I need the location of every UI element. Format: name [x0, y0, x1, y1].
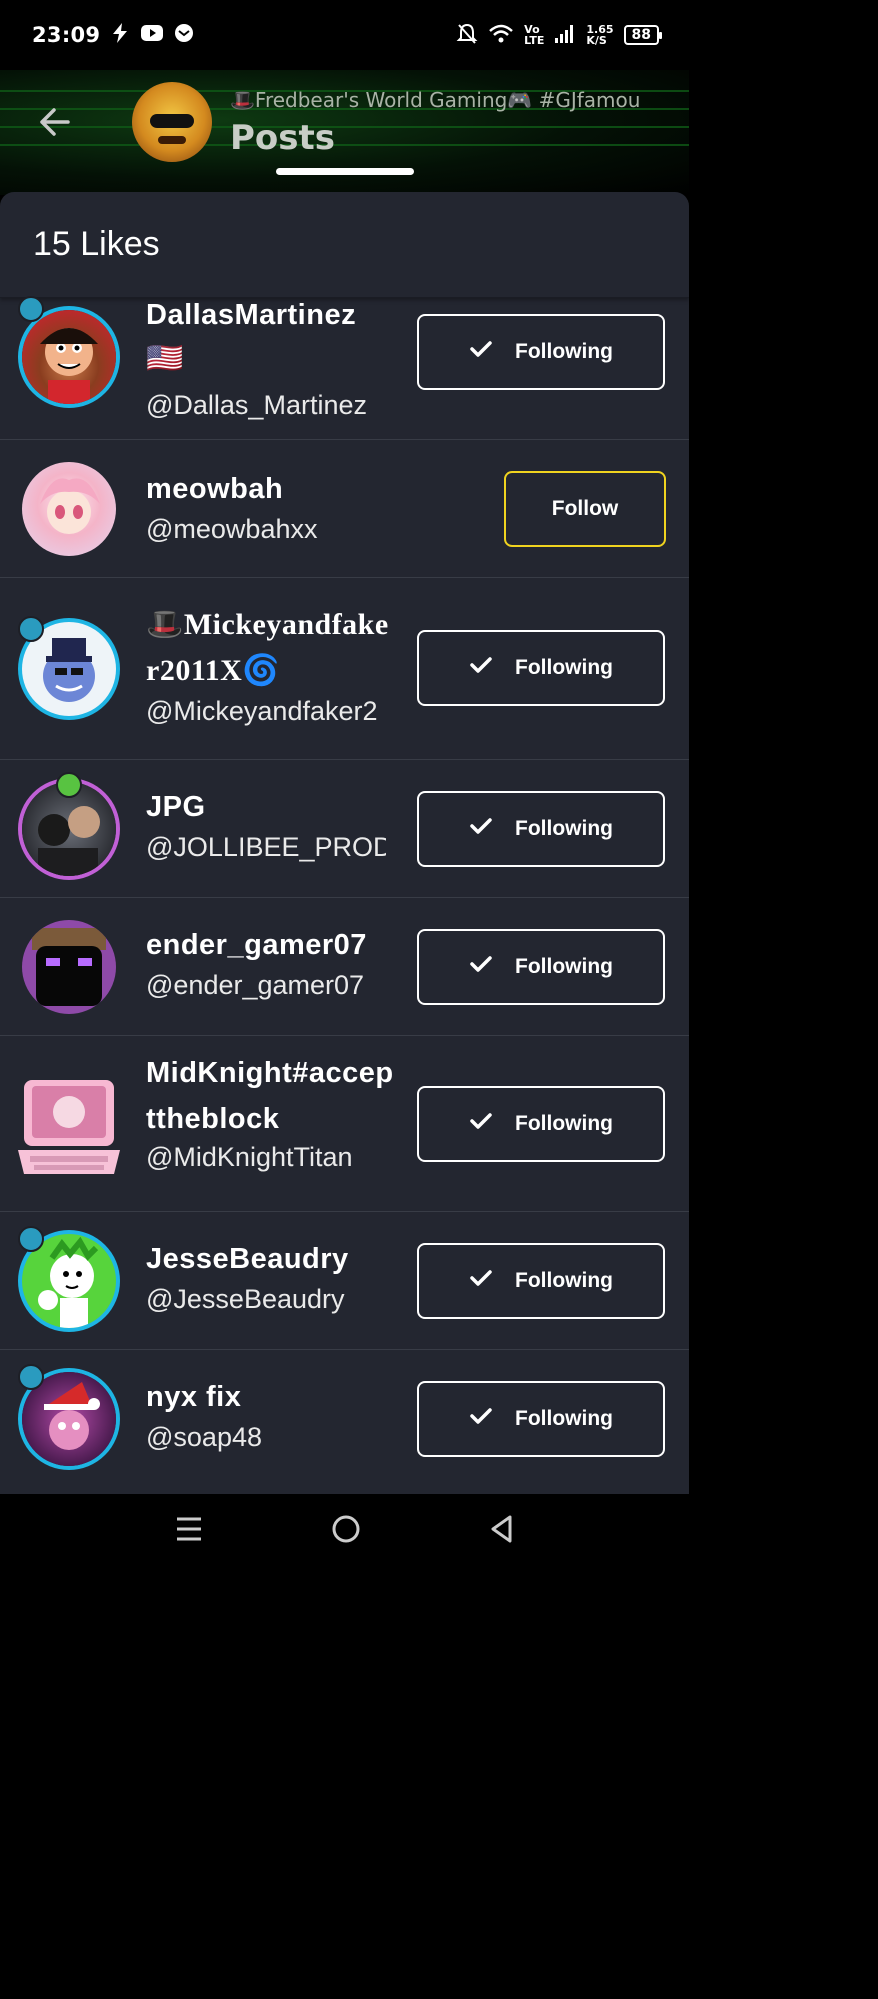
volte-bottom: LTE	[524, 34, 545, 47]
community-avatar[interactable]	[132, 82, 212, 162]
following-label: Following	[515, 1407, 613, 1430]
list-item[interactable]: nyx fix @soap48 Following	[0, 1350, 689, 1488]
list-item[interactable]: MidKnight#accepttheblock @MidKnightTitan…	[0, 1036, 689, 1212]
checkmark-icon	[469, 1406, 493, 1432]
youtube-icon	[140, 23, 164, 47]
avatar[interactable]	[16, 1076, 122, 1180]
avatar[interactable]	[22, 310, 116, 404]
role-badge-icon	[18, 616, 44, 642]
role-badge-icon	[18, 296, 44, 322]
checkmark-icon	[469, 655, 493, 681]
user-name[interactable]: nyx fix	[146, 1374, 386, 1420]
drag-handle[interactable]	[276, 168, 414, 175]
system-nav-bar	[0, 1494, 689, 1568]
likes-count-title: 15 Likes	[33, 225, 160, 263]
status-bar: 23:09 Vo LTE 1.65 K/S 88	[0, 0, 689, 70]
role-badge-icon	[56, 772, 82, 798]
following-label: Following	[515, 817, 613, 840]
music-staff-line	[0, 126, 689, 128]
signal-icon	[554, 24, 576, 47]
user-handle[interactable]: @soap48	[146, 1422, 386, 1453]
checkmark-icon	[469, 1268, 493, 1294]
role-badge-icon	[18, 1226, 44, 1252]
volte-indicator: Vo LTE	[524, 24, 544, 46]
following-label: Following	[515, 1112, 613, 1135]
user-handle[interactable]: @ender_gamer07	[146, 970, 386, 1001]
user-handle[interactable]: @JesseBeaudry	[146, 1284, 386, 1315]
home-icon[interactable]	[331, 1514, 361, 1548]
back-arrow-icon[interactable]	[36, 104, 72, 140]
user-name[interactable]: JesseBeaudry	[146, 1236, 396, 1282]
list-item[interactable]: meowbah @meowbahxx Follow	[0, 440, 689, 578]
likes-list: DallasMartinez 🇺🇸 @Dallas_Martinez Follo…	[0, 296, 689, 1488]
user-name[interactable]: JPG	[146, 784, 386, 830]
checkmark-icon	[469, 816, 493, 842]
list-item[interactable]: JesseBeaudry @JesseBeaudry Following	[0, 1212, 689, 1350]
flash-icon	[110, 22, 130, 49]
user-name[interactable]: ender_gamer07	[146, 922, 396, 968]
likes-sheet: 15 Likes DallasMartinez 🇺🇸 @Dallas_Marti…	[0, 192, 689, 1494]
back-icon[interactable]	[488, 1514, 516, 1548]
user-name[interactable]: DallasMartinez	[146, 292, 386, 338]
following-label: Following	[515, 656, 613, 679]
net-speed-unit: K/S	[586, 34, 607, 47]
community-header: 🎩Fredbear's World Gaming🎮 #GJfamou Posts	[0, 70, 689, 195]
recents-icon[interactable]	[174, 1515, 204, 1547]
following-button[interactable]: Following	[417, 1086, 665, 1162]
following-label: Following	[515, 1269, 613, 1292]
checkmark-icon	[469, 954, 493, 980]
checkmark-icon	[469, 1111, 493, 1137]
net-speed: 1.65 K/S	[586, 24, 613, 46]
following-label: Following	[515, 340, 613, 363]
list-item[interactable]: DallasMartinez 🇺🇸 @Dallas_Martinez Follo…	[0, 288, 689, 440]
wifi-icon	[488, 23, 514, 48]
list-item[interactable]: ender_gamer07 @ender_gamer07 Following	[0, 898, 689, 1036]
user-name[interactable]: meowbah	[146, 466, 386, 512]
user-handle[interactable]: @MidKnightTitan	[146, 1142, 386, 1173]
avatar[interactable]	[22, 462, 116, 556]
user-handle[interactable]: @JOLLIBEE_PROD	[146, 832, 386, 863]
user-handle[interactable]: @meowbahxx	[146, 514, 386, 545]
section-title: Posts	[230, 118, 336, 158]
avatar[interactable]	[22, 920, 116, 1014]
community-title: 🎩Fredbear's World Gaming🎮 #GJfamou	[230, 88, 641, 112]
following-button[interactable]: Following	[417, 314, 665, 390]
avatar-mouth	[158, 136, 186, 144]
user-handle[interactable]: @Dallas_Martinez	[146, 390, 386, 421]
battery-indicator: 88	[623, 25, 663, 45]
role-badge-icon	[18, 1364, 44, 1390]
follow-button[interactable]: Follow	[504, 471, 666, 547]
following-button[interactable]: Following	[417, 630, 665, 706]
following-button[interactable]: Following	[417, 929, 665, 1005]
status-time: 23:09	[32, 23, 101, 47]
mute-notifications-icon	[456, 22, 478, 49]
checkmark-icon	[469, 339, 493, 365]
music-staff-line	[0, 144, 689, 146]
user-name[interactable]: MidKnight#accepttheblock	[146, 1050, 396, 1142]
user-flag: 🇺🇸	[146, 342, 184, 375]
list-item[interactable]: 🎩Mickeyandfaker2011X🌀 @Mickeyandfaker2 F…	[0, 578, 689, 760]
user-name[interactable]: 🎩Mickeyandfaker2011X🌀	[146, 602, 396, 694]
avatar-eyes	[150, 114, 194, 128]
follow-label: Follow	[551, 497, 619, 520]
following-label: Following	[515, 955, 613, 978]
likes-header: 15 Likes	[0, 192, 689, 298]
following-button[interactable]: Following	[417, 1243, 665, 1319]
mail-badge-icon	[174, 23, 194, 48]
following-button[interactable]: Following	[417, 791, 665, 867]
following-button[interactable]: Following	[417, 1381, 665, 1457]
user-handle[interactable]: @Mickeyandfaker2	[146, 696, 386, 727]
list-item[interactable]: JPG @JOLLIBEE_PROD Following	[0, 760, 689, 898]
